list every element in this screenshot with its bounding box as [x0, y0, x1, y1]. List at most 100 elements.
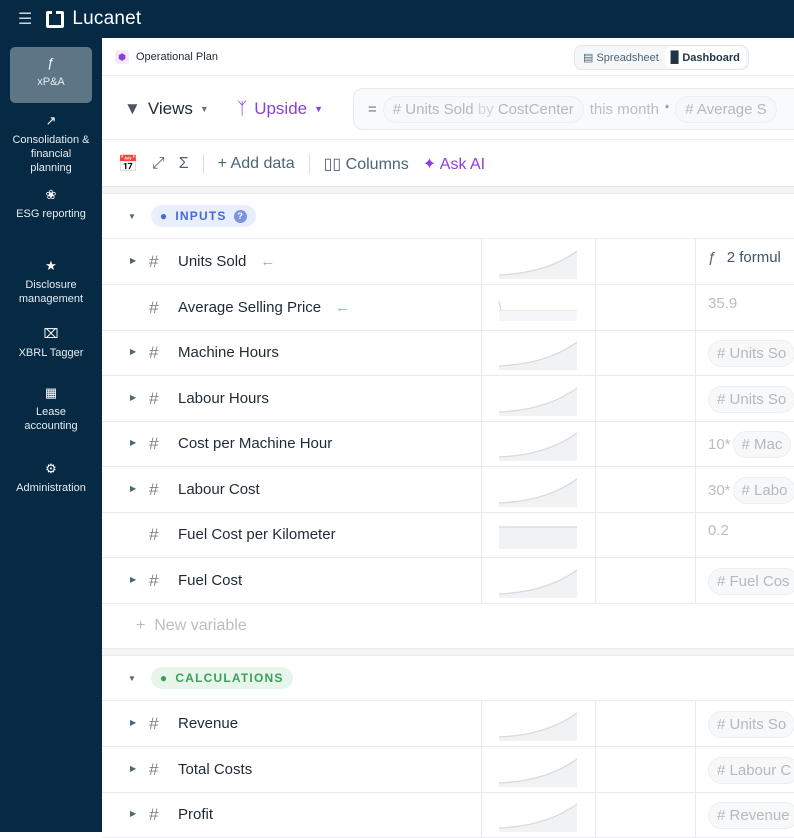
new-variable-button[interactable]: + New variable: [102, 603, 794, 649]
view-switch: ▤ Spreadsheet ▉ Dashboard: [574, 45, 749, 70]
expand-caret-icon[interactable]: ▶: [130, 764, 136, 773]
dot-icon: ●: [159, 671, 169, 685]
expand-caret-icon[interactable]: ▶: [130, 393, 136, 402]
sparkline: [498, 712, 578, 741]
sparkline: [498, 432, 578, 461]
expand-caret-icon[interactable]: ▶: [130, 575, 136, 584]
brand-name: Lucanet: [72, 8, 142, 29]
formula-pill: # Fuel Cos: [708, 567, 794, 595]
arrow-left-icon: ←: [335, 298, 351, 316]
section-header: ▼ ● INPUTS?: [102, 193, 794, 239]
table-row[interactable]: ▶ # Cost per Machine Hour 10* # Mac: [102, 421, 794, 467]
formula-cell[interactable]: # Labour C: [708, 756, 794, 784]
sidebar-item-label: XBRL Tagger: [18, 347, 84, 359]
formula-pill: # Units So: [708, 340, 794, 367]
columns-button[interactable]: ▯▯ Columns: [324, 154, 409, 174]
table-row[interactable]: # Fuel Cost per Kilometer 0.2: [102, 512, 794, 558]
calendar-copy-icon: ▦: [44, 385, 58, 400]
formula-pill: # Labour C: [708, 756, 794, 784]
variable-name: Revenue: [178, 715, 239, 732]
menu-icon[interactable]: ☰: [18, 9, 32, 29]
filter-icon: ▼: [124, 99, 141, 118]
sigma-icon[interactable]: Σ: [179, 155, 189, 173]
collapse-caret-icon[interactable]: ▼: [128, 674, 136, 683]
formula-cell[interactable]: 10* # Mac: [708, 431, 792, 458]
sidebar-item[interactable]: ★ Disclosure management: [10, 259, 92, 306]
table-row[interactable]: ▶ # Fuel Cost # Fuel Cos: [102, 557, 794, 604]
formula-cell[interactable]: # Units So: [708, 711, 794, 738]
sidebar-item-label: Lease accounting: [24, 406, 78, 432]
expand-caret-icon[interactable]: ▶: [130, 809, 136, 818]
views-dropdown[interactable]: ▼ Views ▼: [124, 99, 209, 119]
sidebar-item[interactable]: ⌧ XBRL Tagger: [10, 327, 92, 360]
sidebar-item[interactable]: ƒ xP&A: [10, 47, 92, 103]
ask-ai-button[interactable]: ✦ Ask AI: [423, 154, 485, 174]
page-header: ⬢ Operational Plan ▤ Spreadsheet ▉ Dashb…: [102, 38, 794, 76]
formula-pill: # Labo: [732, 476, 794, 504]
sidebar-item-label: ESG reporting: [16, 208, 86, 220]
sidebar-item[interactable]: ▦ Lease accounting: [10, 386, 92, 433]
table-row[interactable]: ▶ # Labour Hours # Units So: [102, 375, 794, 422]
table-row[interactable]: ▶ # Profit # Revenue: [102, 792, 794, 838]
section-badge[interactable]: ● INPUTS?: [150, 205, 256, 227]
formula-pill: # Mac: [732, 431, 792, 458]
sparkline: [498, 386, 578, 416]
sidebar-item[interactable]: ⚙ Administration: [10, 462, 92, 495]
toolbar: 📅 ⤢ Σ + Add data ▯▯ Columns ✦ Ask AI: [102, 141, 794, 187]
hash-icon: #: [149, 297, 159, 317]
expand-caret-icon[interactable]: ▶: [130, 718, 136, 727]
table-row[interactable]: ▶ # Machine Hours # Units So: [102, 330, 794, 376]
sidebar-item[interactable]: ↗ Consolidation & financial planning: [10, 114, 92, 175]
collapse-caret-icon[interactable]: ▼: [128, 212, 136, 221]
section-badge[interactable]: ● CALCULATIONS: [150, 667, 293, 689]
expand-caret-icon[interactable]: ▶: [130, 347, 136, 356]
hash-icon: #: [149, 759, 159, 779]
formula-bar[interactable]: = # Units Sold by CostCenter this month …: [353, 88, 794, 130]
leaf-icon: ❀: [45, 187, 57, 202]
table-row[interactable]: ▶ # Revenue # Units So: [102, 701, 794, 747]
page-title: Operational Plan: [136, 50, 218, 63]
formula-cell[interactable]: # Revenue: [708, 802, 794, 829]
views-bar: ▼ Views ▼ ᛉ Upside ▼ = # Units Sold by C…: [102, 76, 794, 140]
divider: [308, 153, 310, 174]
sparkline: [498, 250, 578, 279]
dashboard-tab[interactable]: ▉ Dashboard: [664, 47, 746, 68]
sparkline: [499, 526, 577, 549]
sparkline: [498, 803, 578, 832]
scenario-dropdown[interactable]: ᛉ Upside ▼: [237, 99, 323, 119]
calendar-check-icon[interactable]: 📅: [118, 154, 138, 174]
table-row[interactable]: # Average Selling Price ← 35.9: [102, 284, 794, 331]
expand-icon[interactable]: ⤢: [152, 155, 165, 173]
formula-cell[interactable]: # Fuel Cos: [708, 567, 794, 595]
sparkline: [498, 568, 578, 598]
add-data-button[interactable]: + Add data: [218, 155, 295, 173]
expand-caret-icon[interactable]: ▶: [130, 256, 136, 265]
hash-icon: #: [149, 479, 159, 499]
hash-icon: #: [149, 343, 159, 362]
spreadsheet-tab[interactable]: ▤ Spreadsheet: [577, 47, 665, 68]
formula-cell[interactable]: # Units So: [708, 340, 794, 367]
formula-cell[interactable]: 30* # Labo: [708, 476, 794, 504]
hash-icon: #: [149, 388, 159, 408]
variable-name: Cost per Machine Hour: [178, 435, 333, 452]
sparkline: [498, 477, 578, 507]
top-bar: ☰ Lucanet: [0, 0, 794, 38]
table-row[interactable]: ▶ # Total Costs # Labour C: [102, 746, 794, 793]
help-icon[interactable]: ?: [233, 209, 247, 223]
formula-pill: # Revenue: [708, 802, 794, 829]
star-comment-icon: ★: [45, 258, 57, 273]
formula-cell[interactable]: 0.2: [708, 522, 729, 539]
expand-caret-icon[interactable]: ▶: [130, 438, 136, 447]
chevron-down-icon: ▼: [314, 104, 324, 114]
variable-name: Fuel Cost per Kilometer: [178, 526, 336, 543]
formula-cell[interactable]: ƒ 2 formul: [708, 249, 781, 266]
table-row[interactable]: ▶ # Units Sold ← ƒ 2 formul: [102, 239, 794, 285]
table-row[interactable]: ▶ # Labour Cost 30* # Labo: [102, 466, 794, 513]
expand-caret-icon[interactable]: ▶: [130, 484, 136, 493]
variable-name: Fuel Cost: [178, 571, 243, 589]
hash-icon: #: [149, 434, 159, 453]
sidebar-item[interactable]: ❀ ESG reporting: [10, 188, 92, 221]
formula-cell[interactable]: # Units So: [708, 385, 794, 413]
variable-name: Profit: [178, 806, 214, 823]
formula-cell[interactable]: 35.9: [708, 295, 737, 312]
